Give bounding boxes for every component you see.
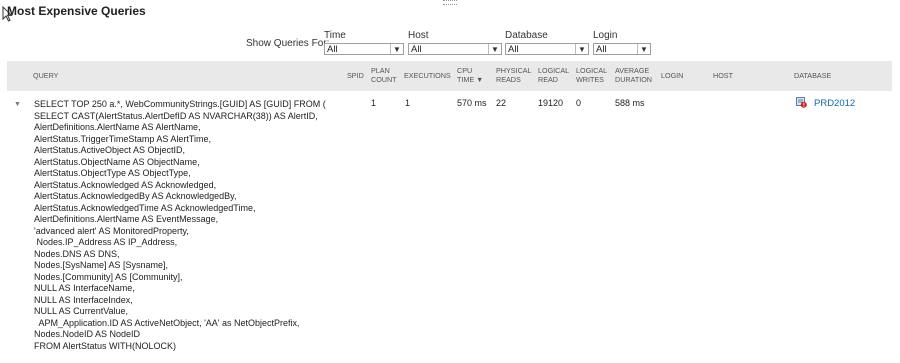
cpu-time-cell: 570 ms (457, 98, 487, 108)
login-filter: Login All ▼ (593, 30, 651, 55)
database-select-value: All (508, 43, 519, 55)
query-line: NULL AS InterfaceName, (34, 283, 135, 293)
query-line: AlertStatus.Acknowledged AS Acknowledged… (34, 179, 217, 190)
query-line: 'advanced alert' AS MonitoredProperty, (34, 225, 189, 236)
executions-cell: 1 (405, 98, 411, 108)
query-line: FROM AlertStatus WITH(NOLOCK) (34, 340, 177, 351)
host-select-value: All (411, 43, 422, 55)
column-header-logical-writes[interactable]: LOGICAL WRITES (576, 66, 607, 84)
sort-desc-icon: ▼ (476, 75, 484, 84)
page-title: Most Expensive Queries (7, 4, 146, 18)
collapse-triangle-icon[interactable]: ▼ (14, 101, 21, 108)
column-header-cpu-time[interactable]: CPU TIME ▼ (457, 66, 483, 84)
chevron-down-icon: ▼ (637, 44, 650, 54)
table-header: QUERY SPID PLAN COUNT EXECUTIONS CPU TIME … (7, 61, 892, 91)
host-filter-label: Host (408, 30, 429, 41)
average-duration-header-line-1: AVERAGE (615, 66, 650, 75)
query-text: SELECT TOP 250 a.*, WebCommunityStrings.… (34, 99, 326, 352)
column-header-average-duration[interactable]: AVERAGE DURATION (615, 66, 652, 84)
column-header-plan-count[interactable]: PLAN COUNT (371, 66, 397, 84)
column-header-database[interactable]: DATABASE (794, 71, 831, 80)
column-header-spid[interactable]: SPID (347, 71, 364, 80)
plan-count-header-line-2: COUNT (371, 75, 397, 84)
column-header-executions[interactable]: EXECUTIONS (404, 71, 451, 80)
database-select[interactable]: All ▼ (505, 43, 589, 55)
host-filter: Host All ▼ (408, 30, 502, 55)
chevron-down-icon: ▼ (575, 44, 588, 54)
database-filter-label: Database (505, 30, 548, 41)
time-filter-label: Time (324, 30, 346, 41)
logical-writes-header-line-2: WRITES (576, 75, 604, 84)
average-duration-header-line-2: DURATION (615, 75, 652, 84)
time-select[interactable]: All ▼ (324, 43, 404, 55)
column-header-login[interactable]: LOGIN (661, 71, 683, 80)
query-line: APM_Application.ID AS ActiveNetObject, '… (34, 317, 300, 328)
logical-read-cell: 19120 (538, 98, 564, 108)
cpu-time-header-line-2: TIME (457, 75, 475, 84)
query-filters: Show Queries For: Time All ▼ Host All ▼ … (0, 30, 900, 60)
table-row: ▼ SELECT TOP 250 a.*, WebCommunityString… (7, 91, 892, 363)
query-line: AlertStatus.AcknowledgedTime AS Acknowle… (34, 202, 256, 213)
query-line: Nodes.NodeID AS NodeID (34, 329, 141, 339)
cpu-time-header-line-1: CPU (457, 66, 473, 75)
physical-reads-header-line-2: READS (496, 75, 521, 84)
database-filter: Database All ▼ (505, 30, 589, 55)
plan-count-cell: 1 (371, 98, 377, 108)
time-select-value: All (327, 43, 338, 55)
logical-writes-header-line-1: LOGICAL (576, 66, 608, 75)
query-line: AlertStatus.ObjectName AS ObjectName, (34, 156, 200, 167)
column-header-host[interactable]: HOST (713, 71, 733, 80)
query-line: AlertStatus.TriggerTimeStamp AS AlertTim… (34, 133, 212, 144)
query-line: NULL AS InterfaceIndex, (34, 294, 133, 305)
resize-grip[interactable] (443, 0, 457, 5)
query-line: AlertDefinitions.AlertName AS EventMessa… (34, 214, 219, 224)
query-line: AlertStatus.ObjectType AS ObjectType, (34, 168, 191, 178)
plan-count-header-line-1: PLAN (371, 66, 390, 75)
chevron-down-icon: ▼ (488, 44, 501, 54)
logical-read-header-line-2: READ (538, 75, 558, 84)
query-line: AlertDefinitions.AlertName AS AlertName, (34, 122, 201, 132)
host-select[interactable]: All ▼ (408, 43, 502, 55)
column-header-physical-reads[interactable]: PHYSICAL READS (496, 66, 532, 84)
query-line: AlertStatus.AcknowledgedBy AS Acknowledg… (34, 191, 237, 201)
database-link[interactable]: PRD2012 (814, 98, 855, 109)
login-select-value: All (596, 43, 607, 55)
column-header-query[interactable]: QUERY (33, 71, 58, 80)
logical-read-header-line-1: LOGICAL (538, 66, 570, 75)
login-select[interactable]: All ▼ (593, 43, 651, 55)
query-line: Nodes.[SysName] AS [Sysname], (34, 260, 169, 270)
query-line: SELECT TOP 250 a.*, WebCommunityStrings.… (34, 99, 326, 109)
query-line: Nodes.DNS AS DNS, (34, 248, 120, 259)
database-error-icon (796, 97, 807, 108)
physical-reads-cell: 22 (496, 98, 507, 108)
query-line: AlertStatus.ActiveObject AS ObjectID, (34, 145, 186, 155)
physical-reads-header-line-1: PHYSICAL (496, 66, 532, 75)
column-header-logical-read[interactable]: LOGICAL READ (538, 66, 569, 84)
average-duration-cell: 588 ms (615, 98, 645, 108)
query-line: NULL AS CurrentValue, (34, 306, 129, 316)
query-line: Nodes.IP_Address AS IP_Address, (34, 237, 178, 247)
logical-writes-cell: 0 (576, 98, 582, 108)
query-line: Nodes.[Community] AS [Community], (34, 271, 183, 282)
query-line: SELECT CAST(AlertStatus.AlertDefID AS NV… (34, 110, 318, 121)
filters-label: Show Queries For: (246, 38, 330, 49)
login-filter-label: Login (593, 30, 618, 41)
time-filter: Time All ▼ (324, 30, 404, 55)
chevron-down-icon: ▼ (390, 44, 403, 54)
